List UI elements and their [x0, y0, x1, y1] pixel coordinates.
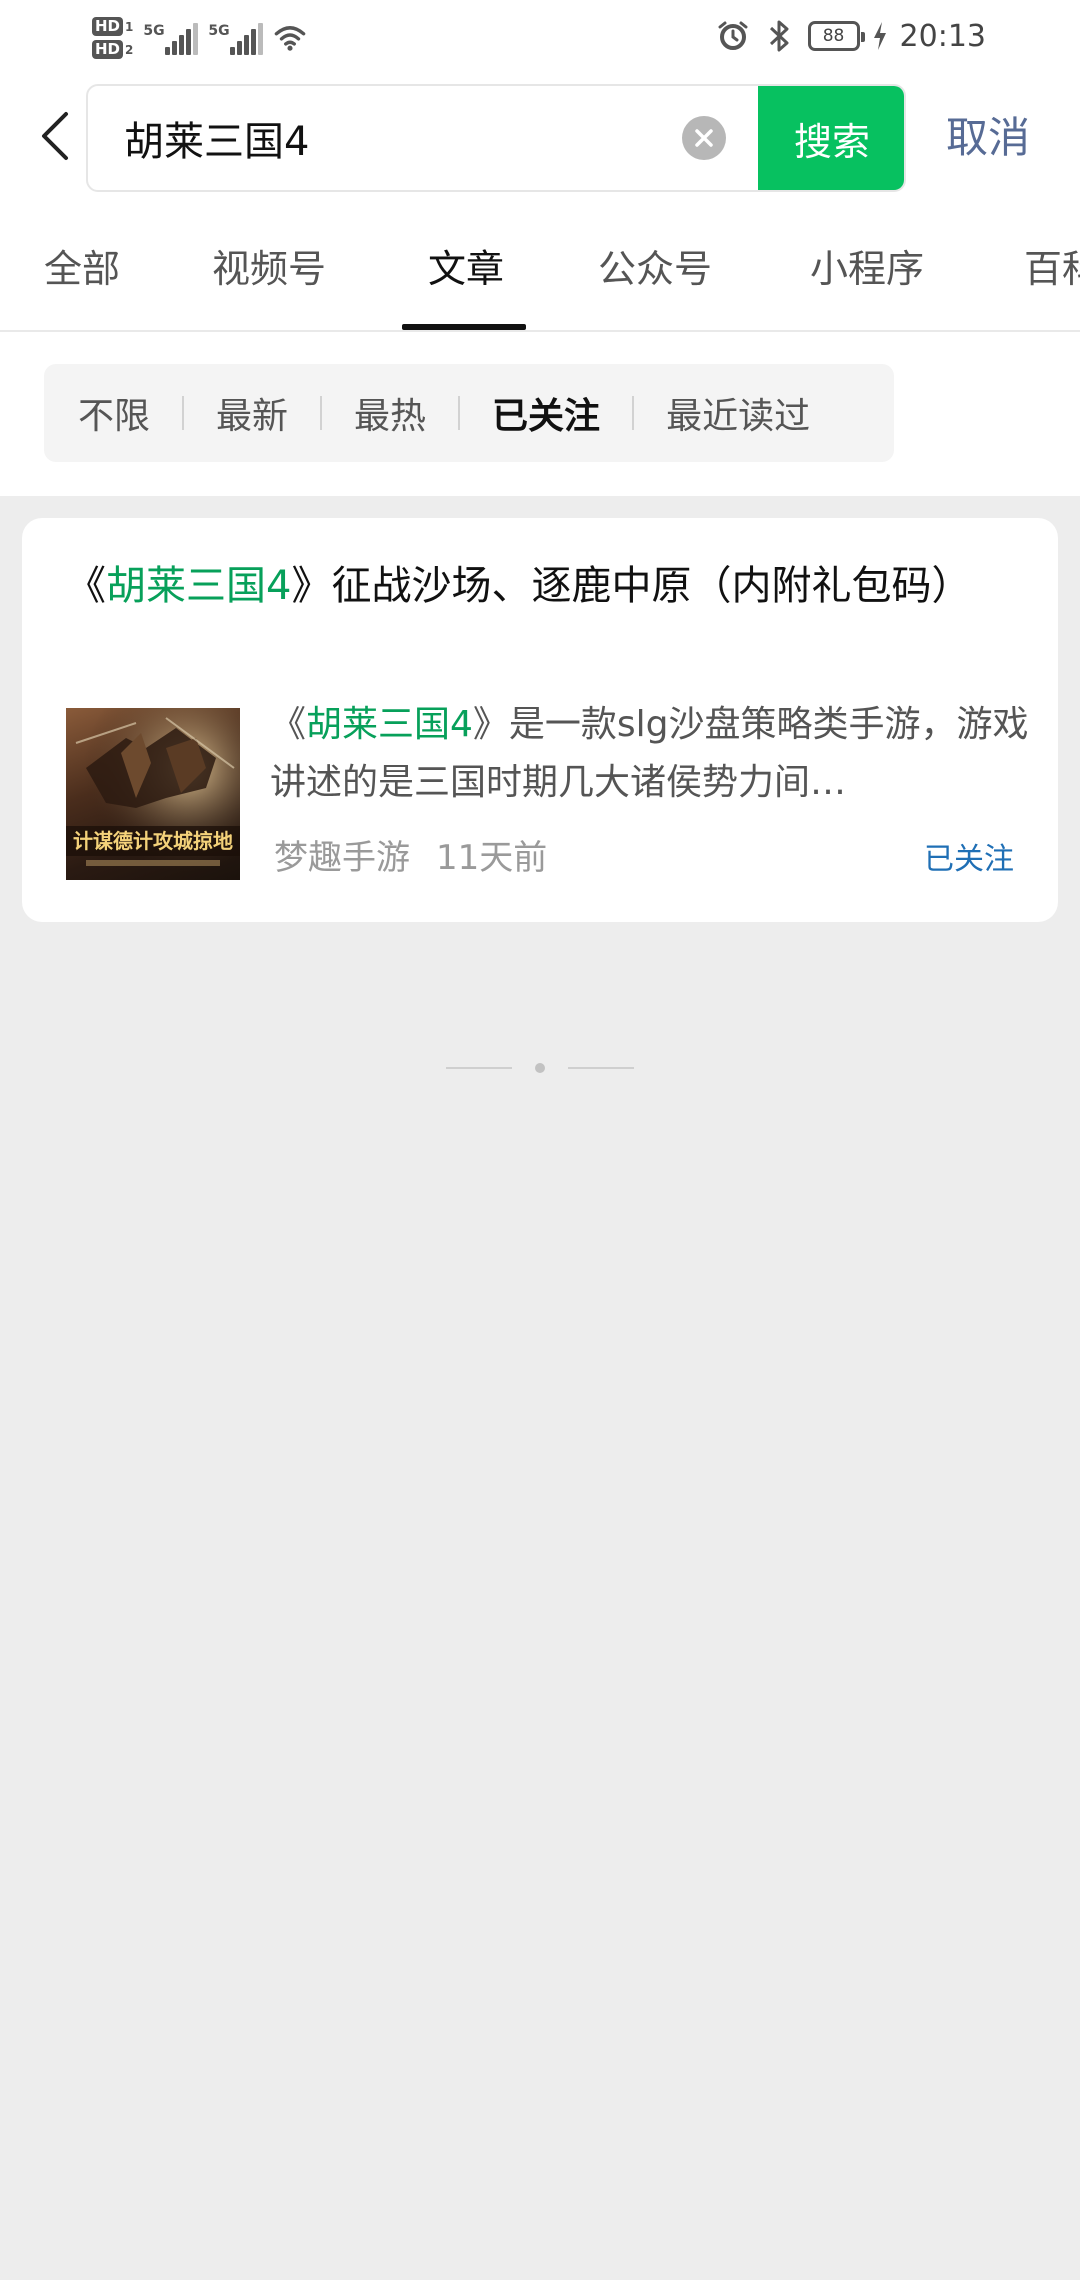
summary-prefix: 《	[270, 704, 307, 745]
tab-channels[interactable]: 视频号	[212, 238, 326, 293]
active-tab-indicator	[402, 324, 526, 330]
sim1-number: 1	[125, 19, 134, 34]
status-bar: HD 1 HD 2 5G 5G 88 20:13	[0, 0, 1080, 74]
title-prefix: 《	[66, 563, 106, 609]
sim2-hd-label: HD	[92, 40, 124, 59]
clock: 20:13	[899, 18, 986, 54]
category-tabs: 全部 视频号 文章 公众号 小程序 百科	[0, 202, 1080, 332]
article-result-card[interactable]: 《胡莱三国4》征战沙场、逐鹿中原（内附礼包码） 计谋德计攻城掠地 《胡莱三国4》…	[22, 518, 1058, 922]
sim1-hd-badge: HD 1	[92, 17, 133, 36]
status-bar-left: HD 1 HD 2 5G 5G	[92, 8, 307, 68]
back-arrow-icon	[42, 112, 68, 160]
title-highlight: 胡莱三国4	[106, 563, 292, 609]
followed-badge: 已关注	[924, 842, 1014, 877]
end-dot	[535, 1063, 545, 1073]
sim2-number: 2	[125, 42, 134, 57]
filter-divider	[632, 396, 635, 430]
charging-icon	[872, 19, 888, 53]
signal-strength-icon-1: 5G	[143, 21, 199, 55]
tab-all[interactable]: 全部	[44, 238, 120, 293]
back-button[interactable]	[30, 104, 80, 168]
clear-search-button[interactable]	[682, 116, 726, 160]
search-header: 搜索 取消	[0, 74, 1080, 202]
alarm-icon	[716, 19, 750, 53]
filter-recently-read[interactable]: 最近读过	[666, 387, 810, 439]
end-line-right	[568, 1067, 634, 1069]
article-meta: 梦趣手游 11天前	[274, 830, 547, 879]
tab-mini-programs[interactable]: 小程序	[810, 238, 924, 293]
filter-newest[interactable]: 最新	[216, 387, 288, 439]
article-thumbnail: 计谋德计攻城掠地	[66, 708, 240, 880]
sim2-hd-badge: HD 2	[92, 40, 133, 59]
filter-followed[interactable]: 已关注	[492, 387, 600, 439]
tab-official-accounts[interactable]: 公众号	[598, 238, 712, 293]
filter-area: 不限 最新 最热 已关注 最近读过	[0, 332, 1080, 496]
article-title: 《胡莱三国4》征战沙场、逐鹿中原（内附礼包码）	[66, 554, 1026, 618]
filter-divider	[182, 396, 185, 430]
sim1-hd-label: HD	[92, 17, 124, 36]
title-suffix: 》征战沙场、逐鹿中原（内附礼包码）	[291, 563, 972, 609]
filter-divider	[458, 396, 461, 430]
tab-encyclopedia[interactable]: 百科	[1024, 238, 1080, 293]
tab-articles[interactable]: 文章	[428, 238, 504, 293]
sim-indicators: HD 1 HD 2	[92, 17, 133, 59]
search-button[interactable]: 搜索	[758, 86, 904, 190]
search-input[interactable]	[124, 86, 684, 190]
network-type-label-2: 5G	[208, 23, 230, 39]
filter-bar: 不限 最新 最热 已关注 最近读过	[44, 364, 894, 462]
wifi-icon	[273, 21, 307, 55]
cancel-button[interactable]: 取消	[946, 102, 1030, 166]
network-type-label-1: 5G	[143, 23, 165, 39]
search-box: 搜索	[86, 84, 906, 192]
filter-divider	[320, 396, 323, 430]
summary-highlight: 胡莱三国4	[306, 704, 473, 745]
battery-indicator: 88	[807, 21, 865, 51]
article-source[interactable]: 梦趣手游	[274, 838, 410, 878]
thumbnail-caption: 计谋德计攻城掠地	[73, 829, 233, 853]
filter-any[interactable]: 不限	[78, 387, 150, 439]
bluetooth-icon	[762, 19, 796, 53]
close-icon	[695, 129, 713, 147]
end-line-left	[446, 1067, 512, 1069]
status-bar-right: 88 20:13	[716, 12, 986, 60]
end-of-results-indicator	[446, 1060, 634, 1076]
article-time: 11天前	[436, 838, 548, 878]
filter-hottest[interactable]: 最热	[354, 387, 426, 439]
signal-strength-icon-2: 5G	[208, 21, 264, 55]
article-summary: 《胡莱三国4》是一款slg沙盘策略类手游，游戏讲述的是三国时期几大诸侯势力间…	[270, 696, 1030, 812]
